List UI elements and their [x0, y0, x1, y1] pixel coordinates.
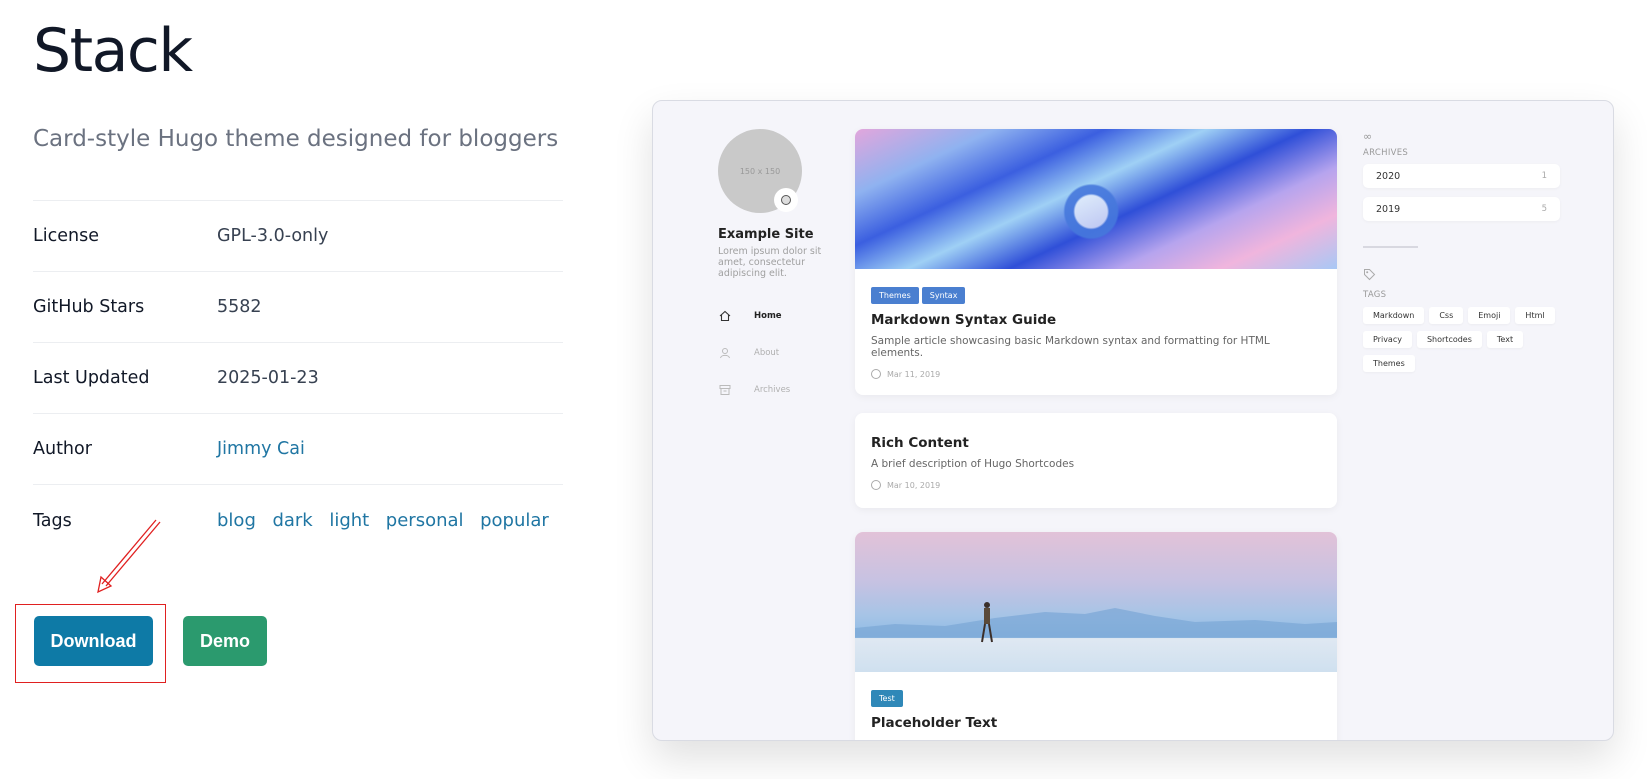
preview-post-card: Test Placeholder Text	[855, 532, 1337, 740]
preview-nav-archives: Archives	[718, 383, 838, 397]
preview-nav-about: About	[718, 346, 838, 360]
archive-year-item: 2019 5	[1363, 197, 1560, 221]
preview-tag: Themes	[1363, 355, 1415, 372]
archive-year: 2019	[1376, 203, 1401, 215]
post-date: Mar 10, 2019	[887, 480, 941, 490]
demo-button[interactable]: Demo	[183, 616, 267, 666]
theme-preview-screenshot: 150 x 150 Example Site Lorem ipsum dolor…	[652, 100, 1614, 741]
post-description: Sample article showcasing basic Markdown…	[871, 335, 1270, 359]
download-button[interactable]: Download	[34, 616, 153, 666]
license-value: GPL-3.0-only	[217, 226, 329, 246]
preview-tag-cloud: Markdown Css Emoji Html Privacy Shortcod…	[1363, 307, 1568, 372]
post-date: Mar 11, 2019	[887, 369, 941, 379]
preview-nav-archives-label: Archives	[754, 385, 791, 395]
post-cover-image	[855, 532, 1337, 672]
preview-post-card: Rich Content A brief description of Hugo…	[855, 413, 1337, 508]
post-title: Rich Content	[871, 435, 969, 451]
clock-icon	[871, 480, 881, 490]
tag-link-popular[interactable]: popular	[480, 510, 549, 531]
preview-nav-home: Home	[718, 309, 838, 323]
preview-tag: Css	[1429, 307, 1464, 324]
tag-list: blog dark light personal popular	[217, 510, 560, 531]
archive-year-item: 2020 1	[1363, 164, 1560, 188]
author-link[interactable]: Jimmy Cai	[217, 439, 305, 459]
home-icon	[718, 309, 732, 323]
tag-link-blog[interactable]: blog	[217, 510, 256, 531]
tag-link-dark[interactable]: dark	[272, 510, 312, 531]
preview-nav-about-label: About	[754, 348, 780, 358]
preview-tag: Markdown	[1363, 307, 1425, 324]
infinity-icon: ∞	[1363, 130, 1373, 143]
archive-count: 5	[1541, 204, 1547, 214]
tag-link-personal[interactable]: personal	[386, 510, 464, 531]
tags-heading: TAGS	[1363, 290, 1387, 300]
preview-tag: Text	[1486, 331, 1524, 348]
archive-icon	[718, 383, 732, 397]
preview-tag: Emoji	[1468, 307, 1511, 324]
stars-value: 5582	[217, 297, 262, 317]
updated-value: 2025-01-23	[217, 368, 319, 388]
preview-tag: Shortcodes	[1416, 331, 1482, 348]
user-icon	[718, 346, 732, 360]
preview-site-description: Lorem ipsum dolor sit amet, consectetur …	[718, 246, 822, 279]
archive-count: 1	[1541, 171, 1547, 181]
avatar-emoji-icon	[774, 188, 798, 212]
post-description: A brief description of Hugo Shortcodes	[871, 458, 1075, 470]
post-title: Placeholder Text	[871, 715, 998, 731]
post-title: Markdown Syntax Guide	[871, 312, 1057, 328]
annotation-arrow-icon	[97, 519, 161, 594]
preview-tag: Privacy	[1363, 331, 1412, 348]
preview-tag: Html	[1515, 307, 1555, 324]
archives-heading: ARCHIVES	[1363, 148, 1409, 158]
widget-divider	[1363, 246, 1418, 248]
preview-post-card: Themes Syntax Markdown Syntax Guide Samp…	[855, 129, 1337, 395]
post-category-chip: Themes	[871, 287, 919, 304]
clock-icon	[871, 369, 881, 379]
avatar-placeholder-text: 150 x 150	[739, 166, 781, 176]
archive-year: 2020	[1376, 170, 1401, 182]
preview-nav-home-label: Home	[754, 311, 782, 321]
tag-link-light[interactable]: light	[329, 510, 369, 531]
tag-icon	[1363, 268, 1376, 284]
post-category-chip: Test	[871, 690, 903, 707]
preview-site-name: Example Site	[718, 227, 814, 242]
post-cover-image	[855, 129, 1337, 269]
post-category-chip: Syntax	[921, 287, 966, 304]
